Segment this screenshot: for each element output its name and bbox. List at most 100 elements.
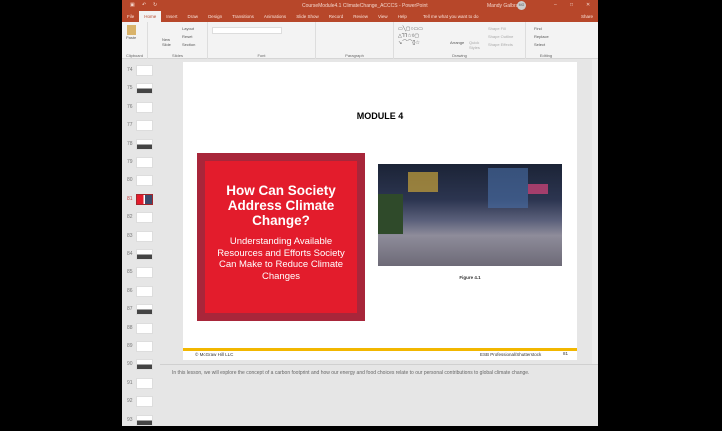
tab-slide-show[interactable]: Slide Show (291, 14, 324, 19)
thumbnail-image (136, 396, 153, 408)
slide-thumbnail[interactable]: 76 (122, 100, 160, 118)
slide-number: 75 (127, 85, 133, 92)
figure-caption: Figure 4.1 (459, 275, 481, 280)
thumbnail-image (136, 65, 153, 76)
slides-group: New Slide Layout Reset Section Slides (148, 22, 208, 59)
slide-number: 87 (127, 306, 133, 313)
slide-thumbnail[interactable]: 82 (122, 210, 160, 228)
slide-thumbnail[interactable]: 75 (122, 81, 160, 99)
footer-copyright: © McGraw Hill LLC (195, 352, 234, 357)
tab-insert[interactable]: Insert (161, 14, 182, 19)
tab-draw[interactable]: Draw (183, 14, 204, 19)
slide-thumbnail[interactable]: 83 (122, 229, 160, 247)
slide-canvas[interactable]: MODULE 4 How Can Society Address Climate… (183, 62, 577, 360)
slide-thumbnail[interactable]: 87 (122, 302, 160, 320)
shape-effects-button[interactable]: Shape Effects (488, 42, 513, 47)
section-button[interactable]: Section (182, 42, 195, 47)
slide-thumbnail[interactable]: 80 (122, 173, 160, 191)
tab-home[interactable]: Home (139, 11, 162, 22)
arrange-button[interactable]: Arrange (450, 40, 464, 45)
vertical-scrollbar[interactable] (592, 59, 598, 364)
thumbnail-image (136, 230, 153, 242)
editing-group: Find Replace Select Editing (534, 26, 553, 58)
thumbnail-image (136, 193, 153, 205)
speaker-notes[interactable]: In this lesson, we will explore the conc… (160, 364, 598, 426)
slide-thumbnail[interactable]: 74 (122, 63, 160, 81)
slide-number: 79 (127, 159, 133, 165)
paste-button[interactable]: Paste (126, 25, 136, 40)
slide-number: 89 (127, 343, 133, 349)
city-crowd-photo (378, 164, 562, 266)
thumbnail-image (136, 101, 153, 113)
slide-number: 90 (127, 361, 133, 368)
tab-record[interactable]: Record (324, 14, 349, 19)
thumbnail-image (136, 377, 153, 389)
thumbnail-image (136, 285, 153, 297)
tab-transitions[interactable]: Transitions (227, 14, 259, 19)
minimize-button[interactable]: – (554, 2, 557, 8)
tab-view[interactable]: View (373, 14, 393, 19)
slide-number: 84 (127, 251, 133, 257)
slide-thumbnail[interactable]: 91 (122, 376, 160, 394)
shapes-gallery[interactable]: ▭╲▢○▭▭ △⅂⅂☆◊▢ ↘⌒⌒{}☆ (398, 26, 423, 47)
thumbnail-image (136, 120, 153, 132)
module-heading: MODULE 4 (356, 111, 404, 121)
quick-styles-button[interactable]: Quick Styles (469, 40, 483, 50)
shape-fill-button[interactable]: Shape Fill (488, 26, 506, 31)
maximize-button[interactable]: □ (570, 2, 573, 8)
slide-thumbnail[interactable]: 93 (122, 413, 160, 431)
slide-thumbnail[interactable]: 92 (122, 394, 160, 412)
tab-design[interactable]: Design (203, 14, 227, 19)
tell-me-search[interactable]: Tell me what you want to do (418, 14, 484, 19)
font-name-input[interactable] (212, 27, 282, 34)
slide-thumbnail[interactable]: 79 (122, 155, 160, 173)
slide-thumbnail[interactable]: 85 (122, 265, 160, 283)
thumbnail-image (136, 175, 153, 187)
slide-thumbnails-panel[interactable]: 74 75 76 77 78 79 80 81 82 83 84 85 86 87 88 89 90 91 92 93 (122, 59, 160, 426)
tab-review[interactable]: Review (348, 14, 373, 19)
slide-number: 85 (127, 269, 133, 276)
slide-number: 93 (127, 416, 133, 423)
slide-title: How Can Society Address Climate Change? (226, 183, 336, 228)
slide-thumbnail[interactable]: 81 (122, 192, 160, 210)
thumbnail-image (136, 138, 153, 150)
slide-number: 82 (127, 214, 133, 221)
slide-thumbnail[interactable]: 84 (122, 247, 160, 265)
page-number: 81 (563, 351, 569, 356)
powerpoint-window: ▣ ↶ ↻ CourseModule4.1 ClimateChange_ACCC… (122, 0, 598, 426)
slide-thumbnail[interactable]: 78 (122, 137, 160, 155)
undo-icon[interactable]: ↶ (142, 2, 146, 8)
drawing-group: ▭╲▢○▭▭ △⅂⅂☆◊▢ ↘⌒⌒{}☆ Arrange Quick Styles … (394, 22, 526, 59)
ribbon-tabs: File Home Insert Draw Design Transitions… (122, 11, 598, 22)
tab-animations[interactable]: Animations (259, 14, 291, 19)
redo-icon[interactable]: ↻ (153, 2, 157, 8)
clipboard-group: Paste Clipboard (122, 22, 148, 59)
tab-help[interactable]: Help (393, 14, 412, 19)
slide-number: 78 (127, 140, 133, 147)
share-button[interactable]: Share (576, 14, 598, 19)
ribbon: Paste Clipboard New Slide Layout Reset S… (122, 22, 598, 59)
close-button[interactable]: ✕ (586, 2, 590, 8)
save-icon[interactable]: ▣ (130, 2, 135, 8)
reset-button[interactable]: Reset (182, 34, 192, 39)
slide-number: 92 (127, 398, 133, 405)
replace-button[interactable]: Replace (534, 34, 549, 39)
new-slide-button[interactable]: New Slide (162, 37, 176, 47)
slide-number: 74 (127, 67, 133, 73)
thumbnail-image (136, 304, 153, 316)
slide-thumbnail[interactable]: 77 (122, 118, 160, 136)
shape-outline-button[interactable]: Shape Outline (488, 34, 513, 39)
slide-thumbnail[interactable]: 86 (122, 284, 160, 302)
slide-thumbnail[interactable]: 88 (122, 321, 160, 339)
avatar[interactable]: MG (517, 1, 526, 10)
slide-thumbnail[interactable]: 90 (122, 357, 160, 375)
select-button[interactable]: Select (534, 42, 545, 47)
slide-subtitle: Understanding Available Resources and Ef… (217, 236, 345, 282)
slide-number: 76 (127, 103, 133, 110)
tab-file[interactable]: File (122, 14, 139, 19)
slide-thumbnail[interactable]: 89 (122, 339, 160, 357)
layout-button[interactable]: Layout (182, 26, 194, 31)
find-button[interactable]: Find (534, 26, 542, 31)
slide-number: 80 (127, 177, 133, 184)
thumbnail-image (136, 157, 153, 168)
